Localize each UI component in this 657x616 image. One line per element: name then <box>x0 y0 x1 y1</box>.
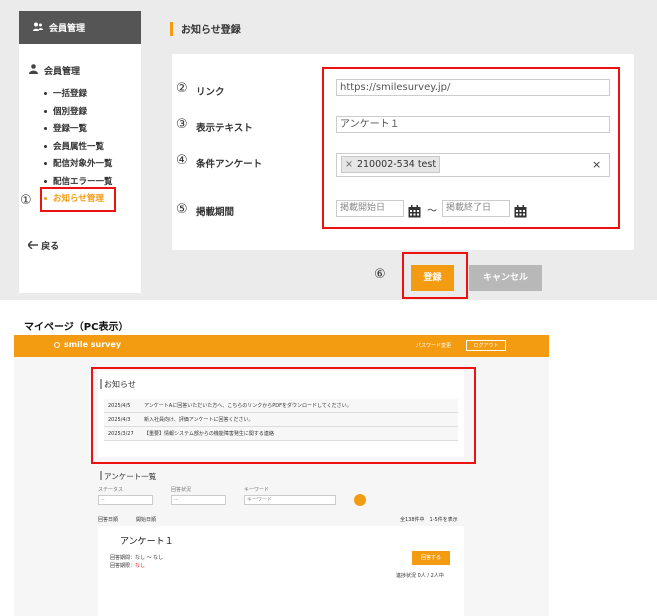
sidebar-item-label: 一括登録 <box>53 89 88 99</box>
sidebar-item-individual-register[interactable]: 個別登録 <box>44 104 113 122</box>
mypage-header: smile survey パスワード変更 ログアウト <box>14 335 549 357</box>
sidebar-header: 会員管理 <box>19 11 141 44</box>
marker-3: ③ <box>176 117 188 132</box>
survey-list-title: アンケート一覧 <box>99 471 157 481</box>
display-text-label: 表示テキスト <box>196 123 253 134</box>
survey-progress: 進捗状況 0人 / 2人中 <box>396 573 444 579</box>
mypage-caption: マイページ（PC表示） <box>24 322 129 333</box>
deadline-value: なし <box>135 563 146 569</box>
sidebar-item-label: 配信対象外一覧 <box>53 159 113 169</box>
bullet-icon <box>44 109 47 113</box>
survey-card-title: アンケート１ <box>120 537 174 547</box>
user-icon <box>29 64 38 77</box>
highlight-box-notice <box>91 367 476 464</box>
sort-open-link[interactable]: 開始日順 <box>136 516 156 523</box>
mypage-screenshot: smile survey パスワード変更 ログアウト お知らせ 2025/4/5… <box>14 335 549 616</box>
sidebar-item-label: 会員属性一覧 <box>53 141 105 152</box>
logout-button[interactable]: ログアウト <box>466 340 506 351</box>
answer-select[interactable]: -- <box>171 495 226 505</box>
survey-deadline: 回答期限：なし <box>110 562 145 569</box>
sidebar-section-label: 会員管理 <box>44 67 81 77</box>
keyword-input[interactable]: キーワード <box>244 495 336 505</box>
bullet-icon <box>44 162 47 165</box>
marker-4: ④ <box>176 153 188 168</box>
sidebar-section-member[interactable]: 会員管理 <box>29 64 80 77</box>
sort-answer-link[interactable]: 回答日順 <box>98 516 118 523</box>
sidebar-item-register-list[interactable]: 登録一覧 <box>44 121 113 139</box>
bullet-icon <box>44 92 47 95</box>
sidebar-item-label: 配信エラー一覧 <box>53 176 113 187</box>
search-icon[interactable] <box>354 494 366 506</box>
marker-1: ① <box>20 193 32 208</box>
answer-button[interactable]: 回答する <box>412 551 450 565</box>
page-title: お知らせ登録 <box>181 25 241 36</box>
filter-answer-label: 回答状況 <box>171 487 192 493</box>
bullet-icon <box>44 179 47 183</box>
arrow-left-icon <box>26 240 41 252</box>
highlight-box-form-fields <box>322 67 620 229</box>
marker-2: ② <box>176 81 188 96</box>
back-label: 戻る <box>41 242 60 252</box>
link-label: リンク <box>196 87 225 98</box>
bullet-icon <box>44 144 47 148</box>
condition-survey-label: 条件アンケート <box>196 159 263 170</box>
survey-panel: アンケート一覧 ステータス -- 回答状況 -- キーワード キーワード 回答日… <box>98 466 464 616</box>
filter-keyword-label: キーワード <box>244 487 270 493</box>
highlight-box-notice-management <box>40 187 116 212</box>
result-count: 全138件中 1-5件を表示 <box>400 517 458 523</box>
highlight-box-register <box>402 252 468 299</box>
cancel-button[interactable]: キャンセル <box>469 265 542 291</box>
password-change-link[interactable]: パスワード変更 <box>416 342 451 349</box>
filter-status-label: ステータス <box>98 487 124 493</box>
survey-card: アンケート１ 回答期間：なし ～ なし 回答期限：なし 回答する 進捗状況 0人… <box>98 526 464 616</box>
status-select[interactable]: -- <box>98 495 153 505</box>
page-title-bar: お知らせ登録 <box>170 21 241 36</box>
deadline-label: 回答期限： <box>110 563 136 569</box>
sidebar-item-bulk-register[interactable]: 一括登録 <box>44 86 113 104</box>
back-link[interactable]: 戻る <box>26 239 60 252</box>
sidebar-item-label: 登録一覧 <box>53 124 88 134</box>
title-accent <box>170 21 173 36</box>
sidebar-item-member-attributes[interactable]: 会員属性一覧 <box>44 139 113 157</box>
logo-text: smile survey <box>64 340 122 349</box>
sidebar-header-label: 会員管理 <box>49 24 86 34</box>
logo: smile survey <box>54 340 121 349</box>
logo-icon <box>54 341 60 348</box>
survey-period: 回答期間：なし ～ なし <box>110 555 164 561</box>
users-icon <box>33 22 43 34</box>
marker-5: ⑤ <box>176 202 188 217</box>
sidebar-item-excluded-list[interactable]: 配信対象外一覧 <box>44 156 113 174</box>
bullet-icon <box>44 127 47 130</box>
sidebar-item-label: 個別登録 <box>53 106 88 117</box>
marker-6: ⑥ <box>374 267 386 282</box>
period-label: 掲載期間 <box>196 207 235 218</box>
